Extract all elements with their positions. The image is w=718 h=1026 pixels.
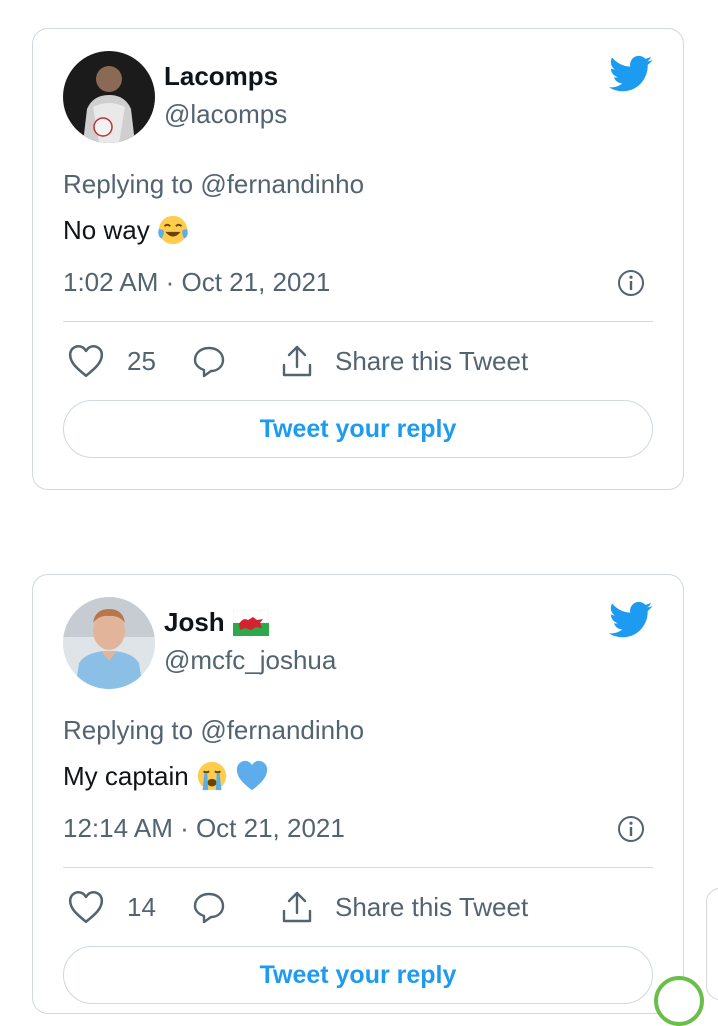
tweet-text: No way [63,213,190,247]
face-with-tears-of-joy-icon [157,215,188,245]
replying-to: Replying to @fernandinho [63,715,364,746]
display-name-text[interactable]: Lacomps [164,61,278,92]
divider [63,321,653,322]
display-name[interactable]: Lacomps [164,61,278,92]
like-button[interactable]: 25 [63,343,183,379]
loudly-crying-face-icon [197,761,226,791]
reply-bubble-icon[interactable] [191,889,227,925]
twitter-bird-icon[interactable] [609,601,653,639]
info-icon[interactable] [617,815,645,843]
replying-prefix: Replying to [63,715,194,745]
share-button[interactable]: Share this Tweet [227,889,528,925]
tweet-timestamp[interactable]: 12:14 AM · Oct 21, 2021 [63,813,345,844]
tweet-timestamp[interactable]: 1:02 AM · Oct 21, 2021 [63,267,330,298]
tweet-text-content: No way [63,214,150,245]
user-handle[interactable]: @mcfc_joshua [164,645,336,676]
share-upload-icon [282,891,312,923]
share-label: Share this Tweet [335,891,529,922]
twitter-bird-icon[interactable] [609,55,653,93]
mention-link[interactable]: @fernandinho [200,169,364,199]
replying-to: Replying to @fernandinho [63,169,364,200]
like-count: 14 [127,891,156,922]
action-bar: 14 Share this Tweet [63,885,528,929]
info-icon[interactable] [617,269,645,297]
divider [63,867,653,868]
avatar[interactable] [63,597,155,689]
user-handle[interactable]: @lacomps [164,99,287,130]
tweet-your-reply-button[interactable]: Tweet your reply [63,400,653,458]
tweet-text: My captain [63,759,269,793]
wales-flag-icon [232,609,269,636]
tweet-text-content: My captain [63,760,189,791]
mention-link[interactable]: @fernandinho [200,715,364,745]
floating-action-circle[interactable] [654,976,704,1026]
share-upload-icon [282,345,312,377]
reply-bubble-icon[interactable] [191,343,227,379]
edge-panel-handle[interactable] [706,888,718,1000]
share-label: Share this Tweet [335,345,529,376]
tweet-card[interactable]: Lacomps @lacomps Replying to @fernandinh… [32,28,684,490]
avatar[interactable] [63,51,155,143]
tweet-card[interactable]: Josh @mcfc_joshua Replying to @fernandin… [32,574,684,1014]
replying-prefix: Replying to [63,169,194,199]
tweet-your-reply-button[interactable]: Tweet your reply [63,946,653,1004]
heart-icon [68,344,104,378]
like-count: 25 [127,345,156,376]
display-name[interactable]: Josh [164,607,269,638]
blue-heart-icon [236,760,267,791]
display-name-text[interactable]: Josh [164,607,225,638]
action-bar: 25 Share this Tweet [63,339,528,383]
heart-icon [68,890,104,924]
like-button[interactable]: 14 [63,889,183,925]
share-button[interactable]: Share this Tweet [227,343,528,379]
